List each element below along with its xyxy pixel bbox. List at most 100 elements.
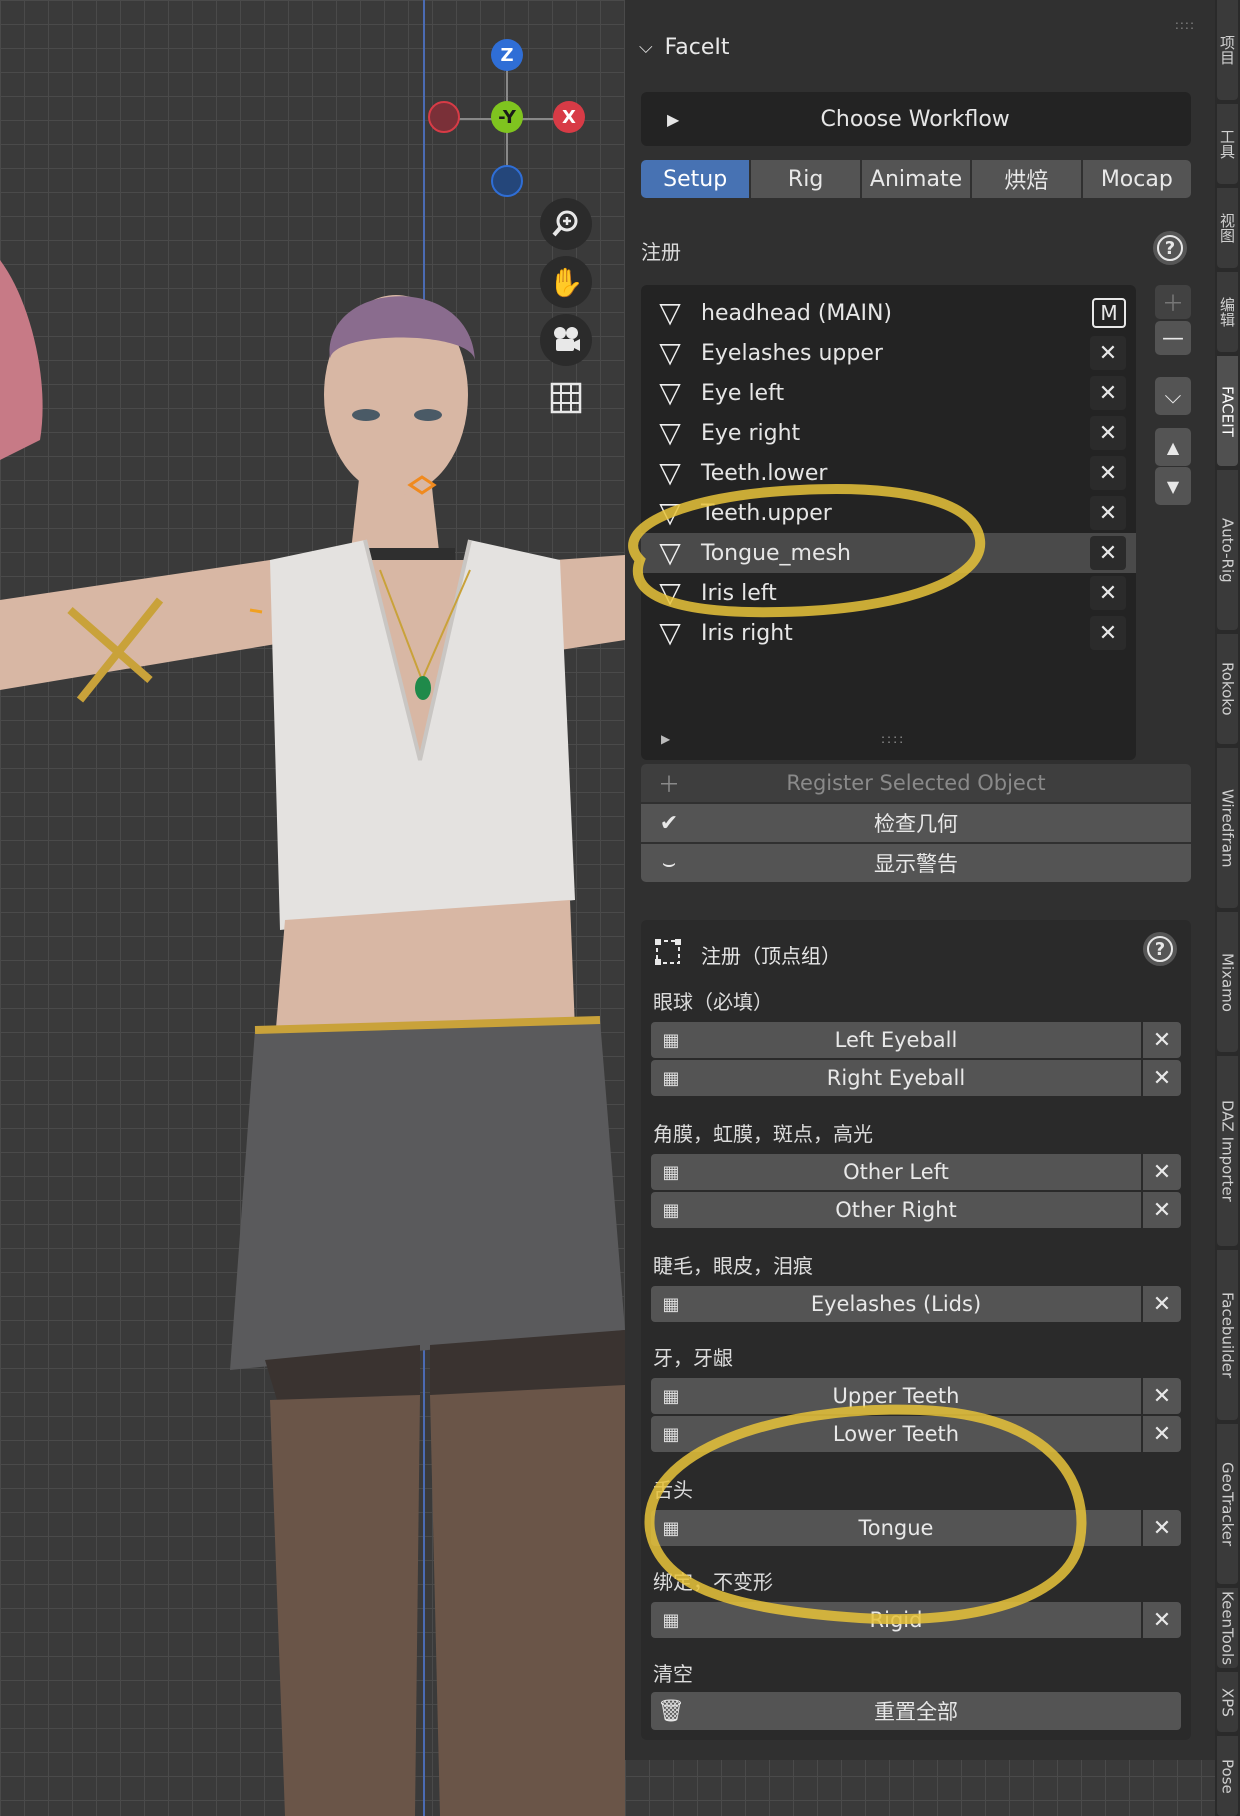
vertex-group-help-icon[interactable]: ? <box>1143 932 1177 966</box>
remove-lower-teeth-button[interactable]: ✕ <box>1143 1416 1181 1452</box>
list-item[interactable]: ▽ Eyelashes upper ✕ <box>641 333 1136 373</box>
list-item[interactable]: ▽ Eye right ✕ <box>641 413 1136 453</box>
axis-neg-z-ball[interactable] <box>491 165 523 197</box>
axis-z-ball[interactable]: Z <box>491 39 523 71</box>
list-menu-chevron-icon[interactable]: ⌵ <box>1155 377 1191 415</box>
tab-mocap[interactable]: Mocap <box>1082 160 1192 198</box>
lower-teeth-button[interactable]: ▦ Lower Teeth <box>651 1416 1141 1452</box>
remove-object-button[interactable]: ✕ <box>1090 376 1126 410</box>
sidebar-tab-mixamo[interactable]: Mixamo <box>1217 912 1238 1052</box>
reset-all-button[interactable]: 🗑 重置全部 <box>651 1692 1181 1730</box>
list-item[interactable]: ▽ Eye left ✕ <box>641 373 1136 413</box>
remove-left-eyeball-button[interactable]: ✕ <box>1143 1022 1181 1058</box>
camera-icon[interactable] <box>540 314 592 366</box>
list-item[interactable]: ▽ Teeth.lower ✕ <box>641 453 1136 493</box>
panel-header[interactable]: ⌵ FaceIt <box>625 22 1215 72</box>
register-selected-label: Register Selected Object <box>786 771 1046 795</box>
sidebar-tab-item[interactable]: 项目 <box>1217 0 1238 100</box>
upper-teeth-button[interactable]: ▦ Upper Teeth <box>651 1378 1141 1414</box>
add-object-icon[interactable]: ＋ <box>1155 285 1191 319</box>
panel-title: FaceIt <box>664 34 730 60</box>
left-eyeball-button[interactable]: ▦ Left Eyeball <box>651 1022 1141 1058</box>
other-right-row: ▦ Other Right ✕ <box>651 1192 1181 1228</box>
remove-tongue-button[interactable]: ✕ <box>1143 1510 1181 1546</box>
check-geometry-button[interactable]: ✔ 检查几何 <box>641 804 1191 842</box>
remove-rigid-button[interactable]: ✕ <box>1143 1602 1181 1638</box>
remove-other-right-button[interactable]: ✕ <box>1143 1192 1181 1228</box>
sidebar-tab-wireframe[interactable]: Wiredfram <box>1217 748 1238 908</box>
rigid-group-label: 绑定，不变形 <box>653 1570 773 1594</box>
axis-neg-y-ball[interactable]: -Y <box>491 101 523 133</box>
remove-object-button[interactable]: ✕ <box>1090 416 1126 450</box>
eyelashes-button[interactable]: ▦ Eyelashes (Lids) <box>651 1286 1141 1322</box>
list-resize-grip-icon[interactable]: :::: <box>881 732 905 746</box>
3d-viewport[interactable]: Z -Y X ✋ <box>0 0 625 1816</box>
main-marker-button[interactable]: M <box>1092 298 1126 328</box>
mesh-triangle-icon: ▽ <box>659 576 681 609</box>
right-eyeball-button[interactable]: ▦ Right Eyeball <box>651 1060 1141 1096</box>
right-eyeball-row: ▦ Right Eyeball ✕ <box>651 1060 1181 1096</box>
sidebar-tab-xps[interactable]: XPS <box>1217 1672 1238 1732</box>
list-item[interactable]: ▽ headhead (MAIN) M <box>641 293 1136 333</box>
remove-object-button[interactable]: ✕ <box>1090 496 1126 530</box>
tongue-button[interactable]: ▦ Tongue <box>651 1510 1141 1546</box>
other-left-button[interactable]: ▦ Other Left <box>651 1154 1141 1190</box>
tab-rig[interactable]: Rig <box>751 160 860 198</box>
tab-setup[interactable]: Setup <box>641 160 750 198</box>
axis-neg-x-ball[interactable] <box>428 101 460 133</box>
move-up-icon[interactable]: ▲ <box>1155 428 1191 466</box>
mesh-triangle-icon: ▽ <box>659 536 681 569</box>
rigid-button[interactable]: ▦ Rigid <box>651 1602 1141 1638</box>
sidebar-tab-view[interactable]: 视图 <box>1217 188 1238 268</box>
sidebar-tab-pose[interactable]: Pose <box>1217 1736 1238 1816</box>
vertex-group-icon: ▦ <box>662 1385 680 1407</box>
other-right-button[interactable]: ▦ Other Right <box>651 1192 1141 1228</box>
sidebar-tab-daz-importer[interactable]: DAZ Importer <box>1217 1056 1238 1246</box>
lashes-group-label: 睫毛，眼皮，泪痕 <box>653 1254 813 1278</box>
zoom-icon[interactable] <box>540 198 592 250</box>
move-down-icon[interactable]: ▼ <box>1155 467 1191 505</box>
remove-object-button[interactable]: ✕ <box>1090 536 1126 570</box>
remove-object-button[interactable]: ✕ <box>1090 576 1126 610</box>
navigation-gizmo[interactable]: Z -Y X <box>420 30 600 210</box>
register-help-icon[interactable]: ? <box>1153 231 1187 265</box>
reset-all-label: 重置全部 <box>874 1700 958 1724</box>
sidebar-tab-auto-rig[interactable]: Auto-Rig <box>1217 470 1238 630</box>
remove-object-button[interactable]: ✕ <box>1090 456 1126 490</box>
remove-other-left-button[interactable]: ✕ <box>1143 1154 1181 1190</box>
grid-icon[interactable] <box>540 372 592 424</box>
remove-eyelashes-button[interactable]: ✕ <box>1143 1286 1181 1322</box>
sidebar-tab-geotracker[interactable]: GeoTracker <box>1217 1424 1238 1584</box>
register-selected-button[interactable]: ＋ Register Selected Object <box>641 764 1191 802</box>
tab-bake[interactable]: 烘焙 <box>972 160 1081 198</box>
remove-object-button[interactable]: ✕ <box>1090 336 1126 370</box>
list-item-selected[interactable]: ▽ Tongue_mesh ✕ <box>641 533 1136 573</box>
axis-x-ball[interactable]: X <box>553 101 585 133</box>
list-item[interactable]: ▽ Iris left ✕ <box>641 573 1136 613</box>
sidebar-tab-tool[interactable]: 工具 <box>1217 104 1238 184</box>
remove-upper-teeth-button[interactable]: ✕ <box>1143 1378 1181 1414</box>
sidebar-tab-edit[interactable]: 编辑 <box>1217 272 1238 352</box>
list-expand-icon[interactable]: ▶ <box>661 732 670 746</box>
sidebar-tab-keentools[interactable]: KeenTools <box>1217 1588 1238 1668</box>
list-item[interactable]: ▽ Teeth.upper ✕ <box>641 493 1136 533</box>
mesh-triangle-icon: ▽ <box>659 496 681 529</box>
remove-right-eyeball-button[interactable]: ✕ <box>1143 1060 1181 1096</box>
remove-selected-icon[interactable]: — <box>1155 321 1191 355</box>
show-warnings-button[interactable]: ⌣ 显示警告 <box>641 844 1191 882</box>
other-left-row: ▦ Other Left ✕ <box>651 1154 1181 1190</box>
registered-objects-list[interactable]: ▽ headhead (MAIN) M ▽ Eyelashes upper ✕ … <box>641 285 1136 760</box>
vertex-group-header[interactable]: 注册（顶点组） <box>653 932 841 976</box>
chevron-down-icon[interactable]: ⌵ <box>639 37 653 58</box>
upper-teeth-label: Upper Teeth <box>832 1384 960 1408</box>
sidebar-tab-faceit[interactable]: FACEIT <box>1217 356 1238 466</box>
sidebar-tab-facebuilder[interactable]: Facebuilder <box>1217 1250 1238 1420</box>
drag-grip-icon[interactable]: :::: <box>1175 18 1195 32</box>
sidebar-tab-rokoko[interactable]: Rokoko <box>1217 634 1238 744</box>
tab-animate[interactable]: Animate <box>861 160 971 198</box>
choose-workflow-button[interactable]: ▶ Choose Workflow <box>641 92 1191 146</box>
remove-object-button[interactable]: ✕ <box>1090 616 1126 650</box>
hand-icon[interactable]: ✋ <box>540 256 592 308</box>
character-model <box>0 260 625 1816</box>
list-item[interactable]: ▽ Iris right ✕ <box>641 613 1136 653</box>
